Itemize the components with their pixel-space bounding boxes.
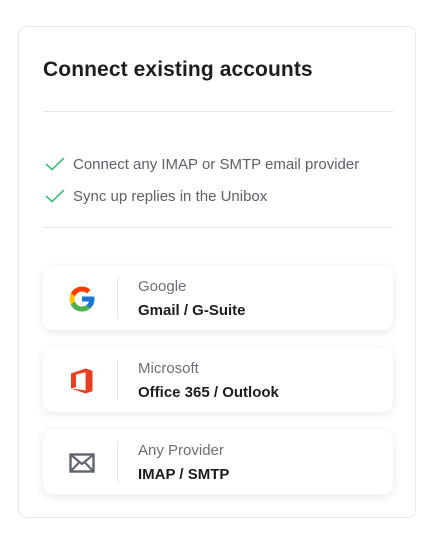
provider-description: Gmail / G-Suite (138, 302, 246, 319)
feature-item: Connect any IMAP or SMTP email provider (45, 148, 359, 180)
provider-separator (117, 278, 118, 318)
card-title: Connect existing accounts (43, 58, 313, 81)
feature-item: Sync up replies in the Unibox (45, 180, 359, 212)
microsoft-provider-button[interactable]: Microsoft Office 365 / Outlook (43, 348, 393, 412)
google-provider-button[interactable]: Google Gmail / G-Suite (43, 266, 393, 330)
check-icon (45, 189, 65, 203)
provider-name: Microsoft (138, 360, 199, 377)
check-icon (45, 157, 65, 171)
provider-name: Any Provider (138, 442, 224, 459)
office-icon (67, 366, 97, 396)
provider-name: Google (138, 278, 187, 295)
connect-accounts-card: Connect existing accounts Connect any IM… (18, 26, 416, 518)
divider (43, 227, 393, 228)
google-icon (67, 284, 97, 314)
provider-separator (117, 442, 118, 482)
provider-list: Google Gmail / G-Suite Microsoft Office … (43, 266, 393, 512)
provider-description: Office 365 / Outlook (138, 384, 279, 401)
divider (43, 111, 393, 112)
provider-separator (117, 360, 118, 400)
feature-list: Connect any IMAP or SMTP email provider … (45, 148, 359, 212)
mail-icon (67, 448, 97, 478)
provider-description: IMAP / SMTP (138, 466, 230, 483)
feature-text: Sync up replies in the Unibox (73, 187, 268, 205)
any-provider-button[interactable]: Any Provider IMAP / SMTP (43, 430, 393, 494)
feature-text: Connect any IMAP or SMTP email provider (73, 155, 360, 173)
